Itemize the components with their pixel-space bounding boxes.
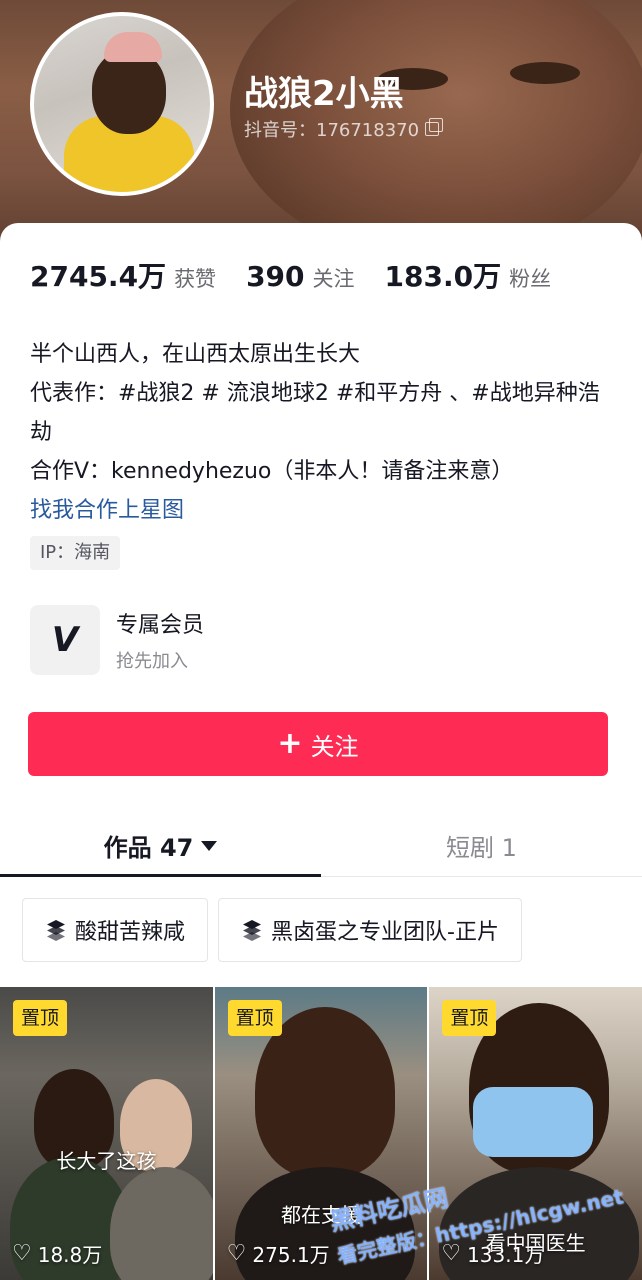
douyin-id-text: 抖音号：176718370	[244, 120, 420, 141]
pinned-badge: 置顶	[227, 1000, 282, 1036]
tab-label: 短剧 1	[446, 833, 517, 862]
video-thumbnail[interactable]: 置顶 长大了这孩 ♡ 18.8万	[0, 987, 213, 1280]
pinned-badge: 置顶	[13, 1000, 68, 1036]
profile-name: 战狼2小黑	[244, 74, 404, 114]
avatar-head	[92, 50, 166, 134]
collection-chip[interactable]: 黑卤蛋之专业团队-正片	[218, 898, 522, 962]
member-title: 专属会员	[116, 613, 205, 638]
pinned-badge: 置顶	[442, 1000, 497, 1036]
stat-following[interactable]: 390 关注	[246, 260, 354, 293]
active-tab-indicator	[0, 874, 321, 877]
v-logo-icon: V	[30, 605, 100, 675]
bio-line: 合作V：kennedyhezuo（非本人！请备注来意）	[30, 459, 514, 484]
tab-works[interactable]: 作品 47	[0, 813, 321, 877]
likes-count: 133.1万	[467, 1243, 545, 1267]
stat-label: 粉丝	[509, 267, 552, 291]
banner-decoration	[510, 62, 580, 84]
layers-icon	[241, 920, 263, 941]
copy-icon[interactable]	[425, 118, 444, 136]
video-likes: ♡ 275.1万	[227, 1239, 330, 1268]
video-caption: 长大了这孩	[56, 1149, 157, 1173]
follow-button[interactable]: + 关注	[28, 712, 608, 776]
star-map-link[interactable]: 找我合作上星图	[30, 491, 620, 530]
stats-row: 2745.4万 获赞 390 关注 183.0万 粉丝	[30, 255, 581, 295]
content-tabs: 作品 47 短剧 1	[0, 813, 642, 877]
ip-location-tag: IP：海南	[30, 536, 121, 570]
video-likes: ♡ 18.8万	[12, 1239, 102, 1268]
layers-icon	[45, 920, 67, 941]
member-subtitle: 抢先加入	[116, 651, 188, 672]
follow-label: 关注	[310, 732, 359, 761]
douyin-id[interactable]: 抖音号：176718370	[244, 116, 444, 142]
collection-chips: 酸甜苦辣咸 黑卤蛋之专业团队-正片	[22, 898, 522, 962]
bio: 半个山西人，在山西太原出生长大 代表作：#战狼2 # 流浪地球2 #和平方舟 、…	[30, 335, 620, 530]
stat-likes[interactable]: 2745.4万 获赞	[30, 255, 216, 295]
likes-count: 18.8万	[37, 1243, 103, 1267]
stat-value: 183.0万	[384, 260, 502, 293]
caret-down-icon	[201, 841, 218, 851]
avatar[interactable]	[30, 12, 214, 196]
avatar-hat	[104, 32, 162, 62]
profile-card: 2745.4万 获赞 390 关注 183.0万 粉丝 半个山西人，在山西太原出…	[0, 223, 642, 1280]
heart-icon: ♡	[12, 1240, 32, 1266]
stat-value: 390	[246, 260, 305, 293]
bio-line: 代表作：#战狼2 # 流浪地球2 #和平方舟 、#战地异种浩劫	[30, 381, 600, 445]
likes-count: 275.1万	[252, 1243, 330, 1267]
stat-followers[interactable]: 183.0万 粉丝	[385, 255, 552, 295]
video-grid: 置顶 长大了这孩 ♡ 18.8万 置顶 都在支援 ♡ 275.1万 置顶 看中国…	[0, 987, 642, 1280]
collection-chip[interactable]: 酸甜苦辣咸	[22, 898, 209, 962]
stat-label: 关注	[312, 267, 355, 291]
bio-line: 半个山西人，在山西太原出生长大	[30, 342, 361, 367]
stat-label: 获赞	[174, 267, 217, 291]
tab-label: 作品 47	[103, 833, 194, 862]
heart-icon: ♡	[226, 1240, 247, 1266]
tab-short-drama[interactable]: 短剧 1	[321, 813, 642, 877]
profile-banner: 战狼2小黑 抖音号：176718370	[0, 0, 642, 250]
plus-icon: +	[277, 726, 303, 761]
chip-label: 酸甜苦辣咸	[75, 920, 186, 945]
stat-value: 2745.4万	[30, 260, 167, 293]
chip-label: 黑卤蛋之专业团队-正片	[271, 920, 499, 945]
exclusive-membership[interactable]: V 专属会员 抢先加入	[30, 605, 204, 675]
